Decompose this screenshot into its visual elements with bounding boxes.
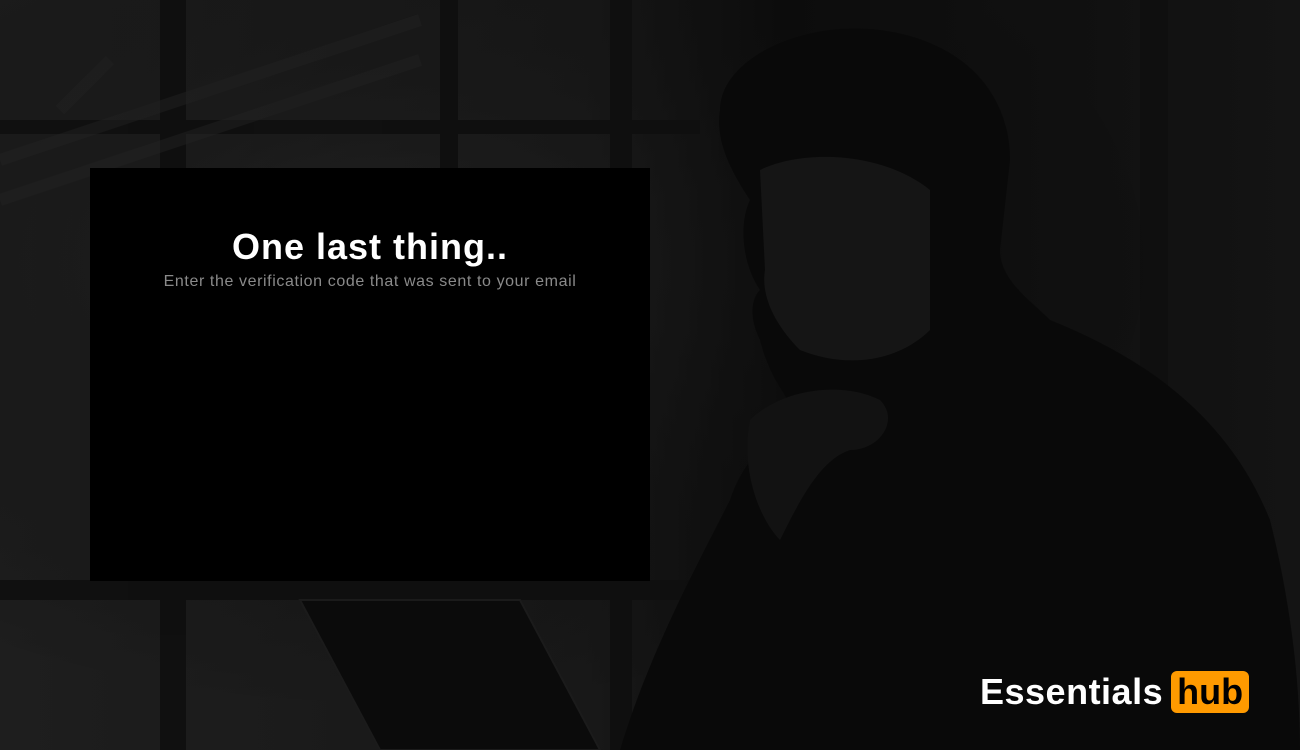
brand-name: Essentials	[980, 671, 1164, 712]
brand-badge: hub	[1171, 671, 1250, 713]
brand-logo: Essentials hub	[980, 670, 1250, 714]
verification-instruction: Enter the verification code that was sen…	[163, 273, 577, 290]
page: One last thing.. Enter the verification …	[0, 0, 1300, 750]
page-title: One last thing..	[231, 226, 508, 267]
